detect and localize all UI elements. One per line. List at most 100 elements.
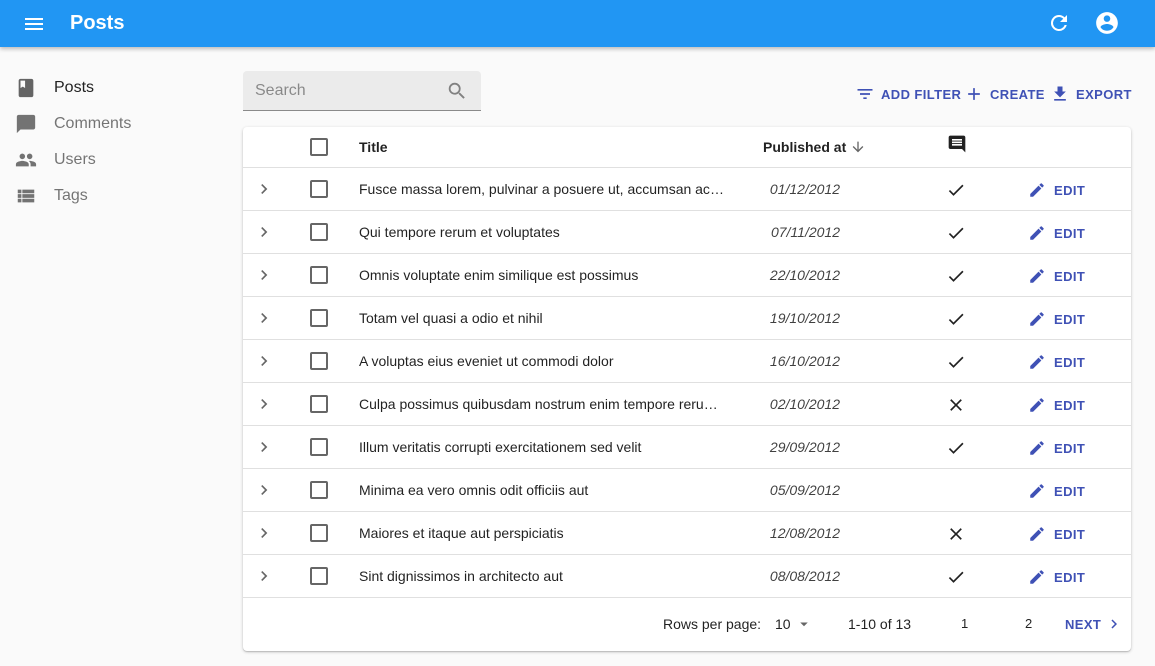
row-checkbox[interactable] bbox=[310, 567, 328, 585]
edit-label: EDIT bbox=[1054, 440, 1086, 456]
published-date: 19/10/2012 bbox=[769, 310, 840, 326]
table-row[interactable]: Minima ea vero omnis odit officiis aut 05… bbox=[243, 469, 1131, 512]
check-icon bbox=[948, 184, 964, 196]
close-icon bbox=[950, 528, 962, 540]
column-header-published[interactable]: Published at bbox=[763, 139, 866, 155]
chevron-right-icon[interactable] bbox=[254, 480, 274, 500]
column-header-published-label: Published at bbox=[763, 139, 847, 155]
published-date: 01/12/2012 bbox=[769, 181, 840, 197]
column-header-title[interactable]: Title bbox=[359, 139, 388, 155]
post-title: Qui tempore rerum et voluptates bbox=[359, 224, 560, 240]
edit-button[interactable]: EDIT bbox=[1028, 223, 1085, 243]
post-title: Maiores et itaque aut perspiciatis bbox=[359, 525, 564, 541]
row-checkbox[interactable] bbox=[310, 223, 328, 241]
table-row[interactable]: Maiores et itaque aut perspiciatis 12/08/… bbox=[243, 512, 1131, 555]
chevron-right-icon[interactable] bbox=[254, 179, 274, 199]
edit-button[interactable]: EDIT bbox=[1028, 180, 1085, 200]
row-checkbox[interactable] bbox=[310, 266, 328, 284]
table-row[interactable]: Fusce massa lorem, pulvinar a posuere ut… bbox=[243, 168, 1131, 211]
next-page-button[interactable]: NEXT bbox=[1065, 614, 1123, 634]
post-title: Culpa possimus quibusdam nostrum enim te… bbox=[359, 396, 724, 412]
search-input[interactable] bbox=[255, 81, 435, 101]
chevron-right-icon[interactable] bbox=[254, 437, 274, 457]
edit-button[interactable]: EDIT bbox=[1028, 352, 1085, 372]
pencil-icon bbox=[1030, 312, 1044, 326]
published-date: 22/10/2012 bbox=[769, 267, 840, 283]
post-title: Illum veritatis corrupti exercitationem … bbox=[359, 439, 642, 455]
table-row[interactable]: Illum veritatis corrupti exercitationem … bbox=[243, 426, 1131, 469]
edit-button[interactable]: EDIT bbox=[1028, 266, 1085, 286]
sidebar-item-users[interactable]: Users bbox=[0, 142, 200, 178]
table-row[interactable]: Culpa possimus quibusdam nostrum enim te… bbox=[243, 383, 1131, 426]
menu-icon[interactable] bbox=[22, 12, 46, 36]
rows-per-page-select[interactable]: 10 bbox=[775, 614, 813, 634]
edit-button[interactable]: EDIT bbox=[1028, 309, 1085, 329]
check-icon bbox=[948, 442, 964, 454]
chevron-right-icon[interactable] bbox=[254, 308, 274, 328]
book-icon bbox=[18, 78, 34, 98]
row-checkbox[interactable] bbox=[310, 524, 328, 542]
create-button[interactable]: CREATE bbox=[964, 84, 1045, 104]
pencil-icon bbox=[1030, 570, 1044, 584]
chevron-right-icon[interactable] bbox=[254, 265, 274, 285]
chevron-right-icon[interactable] bbox=[254, 351, 274, 371]
edit-button[interactable]: EDIT bbox=[1028, 567, 1085, 587]
edit-label: EDIT bbox=[1054, 268, 1086, 284]
sidebar-item-comments[interactable]: Comments bbox=[0, 106, 200, 142]
row-checkbox[interactable] bbox=[310, 180, 328, 198]
published-date: 02/10/2012 bbox=[769, 396, 840, 412]
row-checkbox[interactable] bbox=[310, 481, 328, 499]
select-all-checkbox[interactable] bbox=[310, 138, 328, 156]
edit-button[interactable]: EDIT bbox=[1028, 481, 1085, 501]
sidebar-item-tags[interactable]: Tags bbox=[0, 178, 200, 214]
page-title: Posts bbox=[70, 12, 125, 34]
edit-button[interactable]: EDIT bbox=[1028, 395, 1085, 415]
comment-icon bbox=[16, 114, 36, 134]
close-icon bbox=[950, 399, 962, 411]
account-circle-icon[interactable] bbox=[1094, 10, 1120, 36]
edit-button[interactable]: EDIT bbox=[1028, 438, 1085, 458]
table-header: Title Published at bbox=[243, 127, 1131, 168]
row-checkbox[interactable] bbox=[310, 395, 328, 413]
table-row[interactable]: Omnis voluptate enim similique est possi… bbox=[243, 254, 1131, 297]
check-icon bbox=[948, 571, 964, 583]
row-checkbox[interactable] bbox=[310, 352, 328, 370]
pagination: Rows per page: 10 1-10 of 13 1 2 NEXT bbox=[243, 599, 1131, 649]
chevron-right-icon[interactable] bbox=[254, 523, 274, 543]
post-title: Omnis voluptate enim similique est possi… bbox=[359, 267, 639, 283]
list-icon bbox=[17, 189, 35, 203]
edit-label: EDIT bbox=[1054, 354, 1086, 370]
chevron-right-icon[interactable] bbox=[254, 394, 274, 414]
chevron-right-icon[interactable] bbox=[254, 222, 274, 242]
comment-icon bbox=[948, 135, 966, 153]
chevron-right-icon[interactable] bbox=[254, 566, 274, 586]
pencil-icon bbox=[1030, 183, 1044, 197]
edit-button[interactable]: EDIT bbox=[1028, 524, 1085, 544]
add-filter-label: ADD FILTER bbox=[881, 86, 962, 102]
page-button-2[interactable]: 2 bbox=[1025, 616, 1032, 631]
page-button-1[interactable]: 1 bbox=[961, 616, 968, 631]
post-title: Fusce massa lorem, pulvinar a posuere ut… bbox=[359, 181, 724, 197]
published-date: 29/09/2012 bbox=[769, 439, 840, 455]
table-row[interactable]: Sint dignissimos in architecto aut 08/08/… bbox=[243, 555, 1131, 598]
pencil-icon bbox=[1030, 527, 1044, 541]
pencil-icon bbox=[1030, 398, 1044, 412]
table-row[interactable]: Totam vel quasi a odio et nihil 19/10/201… bbox=[243, 297, 1131, 340]
refresh-icon[interactable] bbox=[1047, 11, 1071, 35]
edit-label: EDIT bbox=[1054, 483, 1086, 499]
post-title: Sint dignissimos in architecto aut bbox=[359, 568, 563, 584]
check-icon bbox=[948, 356, 964, 368]
check-icon bbox=[948, 270, 964, 282]
row-checkbox[interactable] bbox=[310, 438, 328, 456]
add-filter-button[interactable]: ADD FILTER bbox=[855, 84, 961, 104]
edit-label: EDIT bbox=[1054, 225, 1086, 241]
posts-table: Title Published at Fusce massa lorem, pu… bbox=[243, 127, 1131, 651]
filter-icon bbox=[857, 89, 873, 99]
table-row[interactable]: Qui tempore rerum et voluptates 07/11/201… bbox=[243, 211, 1131, 254]
export-button[interactable]: EXPORT bbox=[1050, 84, 1132, 104]
table-row[interactable]: A voluptas eius eveniet ut commodi dolor… bbox=[243, 340, 1131, 383]
row-checkbox[interactable] bbox=[310, 309, 328, 327]
sidebar-item-posts[interactable]: Posts bbox=[0, 70, 200, 106]
post-title: Totam vel quasi a odio et nihil bbox=[359, 310, 543, 326]
pencil-icon bbox=[1030, 355, 1044, 369]
